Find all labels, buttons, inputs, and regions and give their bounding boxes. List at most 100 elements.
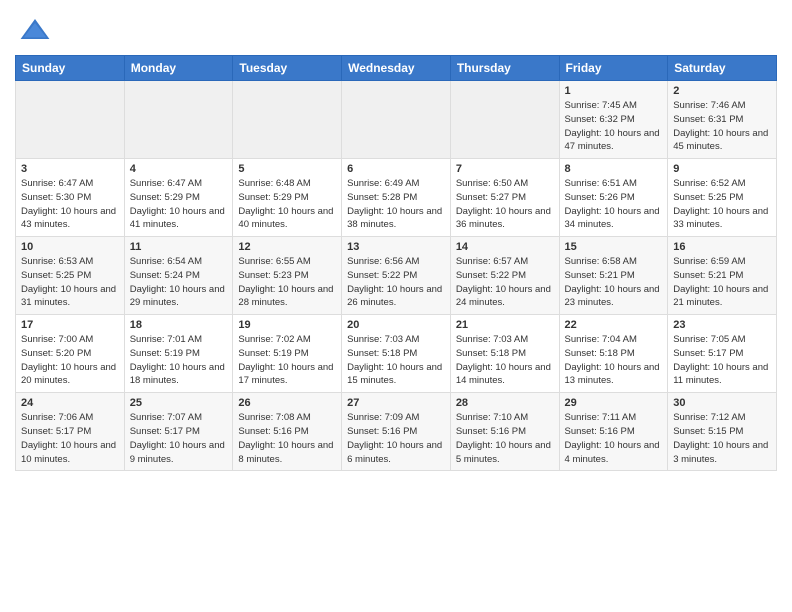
day-number: 11 xyxy=(130,241,228,253)
logo xyxy=(15,15,51,47)
weekday-header-row: SundayMondayTuesdayWednesdayThursdayFrid… xyxy=(16,56,777,81)
week-row-4: 17 Sunrise: 7:00 AMSunset: 5:20 PMDaylig… xyxy=(16,315,777,393)
calendar-cell xyxy=(233,81,342,159)
calendar-cell: 14 Sunrise: 6:57 AMSunset: 5:22 PMDaylig… xyxy=(450,237,559,315)
day-number: 23 xyxy=(673,319,771,331)
day-number: 8 xyxy=(565,163,663,175)
day-info: Sunrise: 6:59 AMSunset: 5:21 PMDaylight:… xyxy=(673,255,771,310)
day-info: Sunrise: 7:03 AMSunset: 5:18 PMDaylight:… xyxy=(347,333,445,388)
calendar-cell: 28 Sunrise: 7:10 AMSunset: 5:16 PMDaylig… xyxy=(450,393,559,471)
day-number: 30 xyxy=(673,397,771,409)
day-number: 19 xyxy=(238,319,336,331)
day-info: Sunrise: 7:05 AMSunset: 5:17 PMDaylight:… xyxy=(673,333,771,388)
day-number: 21 xyxy=(456,319,554,331)
logo-icon xyxy=(19,15,51,47)
day-info: Sunrise: 6:51 AMSunset: 5:26 PMDaylight:… xyxy=(565,177,663,232)
day-number: 16 xyxy=(673,241,771,253)
calendar-cell: 23 Sunrise: 7:05 AMSunset: 5:17 PMDaylig… xyxy=(668,315,777,393)
calendar-cell: 22 Sunrise: 7:04 AMSunset: 5:18 PMDaylig… xyxy=(559,315,668,393)
day-number: 26 xyxy=(238,397,336,409)
calendar-cell: 25 Sunrise: 7:07 AMSunset: 5:17 PMDaylig… xyxy=(124,393,233,471)
weekday-header-monday: Monday xyxy=(124,56,233,81)
day-info: Sunrise: 6:50 AMSunset: 5:27 PMDaylight:… xyxy=(456,177,554,232)
calendar-cell: 1 Sunrise: 7:45 AMSunset: 6:32 PMDayligh… xyxy=(559,81,668,159)
day-info: Sunrise: 6:49 AMSunset: 5:28 PMDaylight:… xyxy=(347,177,445,232)
weekday-header-saturday: Saturday xyxy=(668,56,777,81)
day-number: 20 xyxy=(347,319,445,331)
calendar-cell xyxy=(16,81,125,159)
calendar-cell: 21 Sunrise: 7:03 AMSunset: 5:18 PMDaylig… xyxy=(450,315,559,393)
calendar-cell: 24 Sunrise: 7:06 AMSunset: 5:17 PMDaylig… xyxy=(16,393,125,471)
day-number: 25 xyxy=(130,397,228,409)
calendar-cell xyxy=(342,81,451,159)
calendar-cell: 11 Sunrise: 6:54 AMSunset: 5:24 PMDaylig… xyxy=(124,237,233,315)
calendar-cell: 29 Sunrise: 7:11 AMSunset: 5:16 PMDaylig… xyxy=(559,393,668,471)
weekday-header-tuesday: Tuesday xyxy=(233,56,342,81)
calendar-cell: 4 Sunrise: 6:47 AMSunset: 5:29 PMDayligh… xyxy=(124,159,233,237)
calendar-cell: 13 Sunrise: 6:56 AMSunset: 5:22 PMDaylig… xyxy=(342,237,451,315)
day-info: Sunrise: 6:47 AMSunset: 5:30 PMDaylight:… xyxy=(21,177,119,232)
day-info: Sunrise: 6:52 AMSunset: 5:25 PMDaylight:… xyxy=(673,177,771,232)
day-info: Sunrise: 7:06 AMSunset: 5:17 PMDaylight:… xyxy=(21,411,119,466)
day-number: 15 xyxy=(565,241,663,253)
header xyxy=(15,10,777,47)
week-row-5: 24 Sunrise: 7:06 AMSunset: 5:17 PMDaylig… xyxy=(16,393,777,471)
day-info: Sunrise: 6:55 AMSunset: 5:23 PMDaylight:… xyxy=(238,255,336,310)
day-info: Sunrise: 6:48 AMSunset: 5:29 PMDaylight:… xyxy=(238,177,336,232)
day-number: 7 xyxy=(456,163,554,175)
calendar-cell: 27 Sunrise: 7:09 AMSunset: 5:16 PMDaylig… xyxy=(342,393,451,471)
day-info: Sunrise: 7:00 AMSunset: 5:20 PMDaylight:… xyxy=(21,333,119,388)
day-info: Sunrise: 7:12 AMSunset: 5:15 PMDaylight:… xyxy=(673,411,771,466)
calendar-cell: 10 Sunrise: 6:53 AMSunset: 5:25 PMDaylig… xyxy=(16,237,125,315)
calendar-cell: 18 Sunrise: 7:01 AMSunset: 5:19 PMDaylig… xyxy=(124,315,233,393)
day-info: Sunrise: 7:09 AMSunset: 5:16 PMDaylight:… xyxy=(347,411,445,466)
day-info: Sunrise: 6:56 AMSunset: 5:22 PMDaylight:… xyxy=(347,255,445,310)
day-info: Sunrise: 6:57 AMSunset: 5:22 PMDaylight:… xyxy=(456,255,554,310)
calendar-cell: 5 Sunrise: 6:48 AMSunset: 5:29 PMDayligh… xyxy=(233,159,342,237)
day-info: Sunrise: 6:53 AMSunset: 5:25 PMDaylight:… xyxy=(21,255,119,310)
calendar-cell: 7 Sunrise: 6:50 AMSunset: 5:27 PMDayligh… xyxy=(450,159,559,237)
day-info: Sunrise: 7:46 AMSunset: 6:31 PMDaylight:… xyxy=(673,99,771,154)
day-number: 13 xyxy=(347,241,445,253)
calendar-cell: 17 Sunrise: 7:00 AMSunset: 5:20 PMDaylig… xyxy=(16,315,125,393)
calendar-cell xyxy=(124,81,233,159)
week-row-2: 3 Sunrise: 6:47 AMSunset: 5:30 PMDayligh… xyxy=(16,159,777,237)
day-number: 27 xyxy=(347,397,445,409)
weekday-header-thursday: Thursday xyxy=(450,56,559,81)
day-number: 24 xyxy=(21,397,119,409)
day-info: Sunrise: 7:04 AMSunset: 5:18 PMDaylight:… xyxy=(565,333,663,388)
day-info: Sunrise: 7:01 AMSunset: 5:19 PMDaylight:… xyxy=(130,333,228,388)
calendar-cell: 20 Sunrise: 7:03 AMSunset: 5:18 PMDaylig… xyxy=(342,315,451,393)
calendar-cell: 2 Sunrise: 7:46 AMSunset: 6:31 PMDayligh… xyxy=(668,81,777,159)
day-number: 17 xyxy=(21,319,119,331)
day-number: 10 xyxy=(21,241,119,253)
day-number: 22 xyxy=(565,319,663,331)
weekday-header-wednesday: Wednesday xyxy=(342,56,451,81)
week-row-1: 1 Sunrise: 7:45 AMSunset: 6:32 PMDayligh… xyxy=(16,81,777,159)
day-number: 14 xyxy=(456,241,554,253)
day-number: 4 xyxy=(130,163,228,175)
day-number: 3 xyxy=(21,163,119,175)
calendar-cell: 15 Sunrise: 6:58 AMSunset: 5:21 PMDaylig… xyxy=(559,237,668,315)
calendar-table: SundayMondayTuesdayWednesdayThursdayFrid… xyxy=(15,55,777,471)
day-info: Sunrise: 7:02 AMSunset: 5:19 PMDaylight:… xyxy=(238,333,336,388)
day-info: Sunrise: 6:54 AMSunset: 5:24 PMDaylight:… xyxy=(130,255,228,310)
calendar-cell: 26 Sunrise: 7:08 AMSunset: 5:16 PMDaylig… xyxy=(233,393,342,471)
day-info: Sunrise: 7:07 AMSunset: 5:17 PMDaylight:… xyxy=(130,411,228,466)
day-number: 6 xyxy=(347,163,445,175)
day-number: 28 xyxy=(456,397,554,409)
day-info: Sunrise: 6:58 AMSunset: 5:21 PMDaylight:… xyxy=(565,255,663,310)
day-number: 2 xyxy=(673,85,771,97)
day-info: Sunrise: 7:10 AMSunset: 5:16 PMDaylight:… xyxy=(456,411,554,466)
page: SundayMondayTuesdayWednesdayThursdayFrid… xyxy=(0,0,792,486)
day-number: 1 xyxy=(565,85,663,97)
day-number: 29 xyxy=(565,397,663,409)
calendar-cell: 6 Sunrise: 6:49 AMSunset: 5:28 PMDayligh… xyxy=(342,159,451,237)
calendar-cell: 16 Sunrise: 6:59 AMSunset: 5:21 PMDaylig… xyxy=(668,237,777,315)
calendar-cell xyxy=(450,81,559,159)
day-number: 18 xyxy=(130,319,228,331)
day-info: Sunrise: 7:11 AMSunset: 5:16 PMDaylight:… xyxy=(565,411,663,466)
day-number: 12 xyxy=(238,241,336,253)
calendar-cell: 8 Sunrise: 6:51 AMSunset: 5:26 PMDayligh… xyxy=(559,159,668,237)
day-info: Sunrise: 7:03 AMSunset: 5:18 PMDaylight:… xyxy=(456,333,554,388)
